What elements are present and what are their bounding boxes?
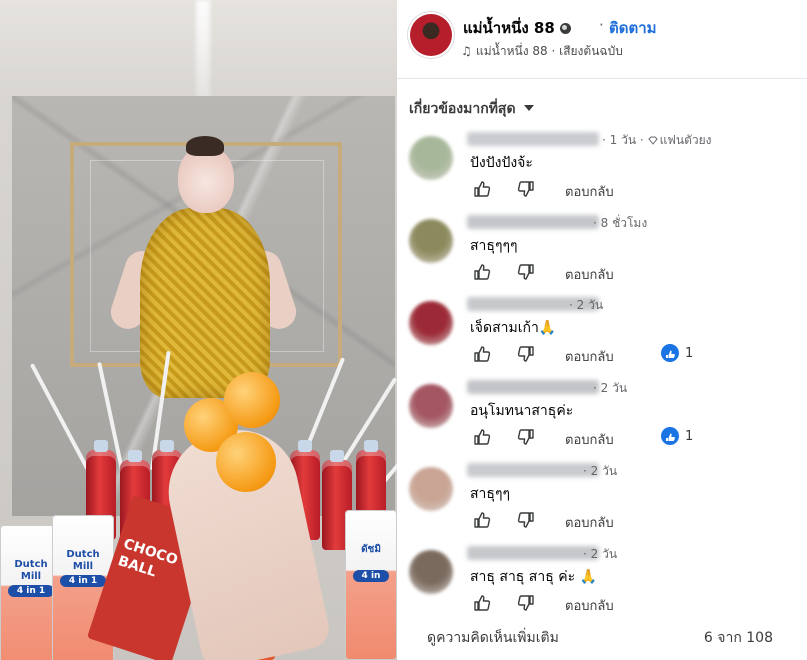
carton-variant: 4 in <box>353 570 389 582</box>
top-fan-badge: แฟนตัวยง <box>659 133 712 147</box>
comment-text: สาธุๆๆๆ <box>470 238 518 254</box>
comment-timestamp: · 2 วัน <box>569 298 604 312</box>
carton-brand: Dutch Mill <box>66 549 100 572</box>
commenter-avatar[interactable] <box>409 219 453 263</box>
comment-timestamp: · 2 วัน <box>593 381 628 395</box>
follow-button[interactable]: ติดตาม <box>609 16 657 40</box>
comment-actions: ตอบกลับ 1 <box>473 344 773 367</box>
thumbs-up-icon[interactable] <box>473 511 491 529</box>
commenter-avatar[interactable] <box>409 467 453 511</box>
carton-variant: 4 in 1 <box>60 575 106 587</box>
post-header: แม่น้ำหนึ่ง 88 · ติดตาม ♫ แม่น้ำหนึ่ง 88 … <box>397 0 807 79</box>
thumbs-down-icon[interactable] <box>517 428 535 446</box>
thumbs-up-icon[interactable] <box>473 594 491 612</box>
comment-row: · 2 วันสาธุๆๆตอบกลับ <box>397 459 807 539</box>
audio-link[interactable]: ♫ แม่น้ำหนึ่ง 88 · เสียงต้นฉบับ <box>461 42 623 61</box>
thumbs-up-icon[interactable] <box>473 180 491 198</box>
comments-footer: ดูความคิดเห็นเพิ่มเติม 6 จาก 108 <box>397 618 807 660</box>
comment-actions: ตอบกลับ <box>473 511 773 531</box>
orange-ball <box>216 432 276 492</box>
reaction-count[interactable]: 1 <box>685 346 693 361</box>
thumbs-up-icon[interactable] <box>473 263 491 281</box>
commenter-name-blurred[interactable] <box>467 215 599 229</box>
thumbs-down-icon[interactable] <box>517 511 535 529</box>
author-name[interactable]: แม่น้ำหนึ่ง 88 <box>463 16 571 40</box>
commenter-name-blurred[interactable] <box>467 463 599 477</box>
audio-text: แม่น้ำหนึ่ง 88 · เสียงต้นฉบับ <box>476 44 623 58</box>
view-more-comments-link[interactable]: ดูความคิดเห็นเพิ่มเติม <box>427 627 559 649</box>
orange-ball <box>224 372 280 428</box>
reaction-count[interactable]: 1 <box>685 429 693 444</box>
comment-row: · 2 วันสาธุ สาธุ สาธุ ค่ะ 🙏 ตอบกลับ <box>397 542 807 622</box>
statue-hair <box>186 136 224 156</box>
post-panel: แม่น้ำหนึ่ง 88 · ติดตาม ♫ แม่น้ำหนึ่ง 88 … <box>397 0 807 660</box>
comment-text: สาธุ สาธุ สาธุ ค่ะ 🙏 <box>470 569 597 585</box>
thumbs-down-icon[interactable] <box>517 180 535 198</box>
carton-brand: ดัชมิ <box>361 544 381 555</box>
sort-label: เกี่ยวข้องมากที่สุด <box>409 101 516 117</box>
statue-gold-dress <box>140 208 270 398</box>
reply-button[interactable]: ตอบกลับ <box>565 595 614 616</box>
commenter-avatar[interactable] <box>409 550 453 594</box>
commenter-name-blurred[interactable] <box>467 380 599 394</box>
commenter-name-blurred[interactable] <box>467 546 599 560</box>
post-photo[interactable]: Dutch Mill 4 in 1 Dutch Mill 4 in 1 ดัชม… <box>0 0 397 660</box>
comment-timestamp: · 1 วัน · แฟนตัวยง <box>602 133 712 147</box>
comment-actions: ตอบกลับ <box>473 180 773 200</box>
comment-timestamp: · 2 วัน <box>583 464 618 478</box>
thumbs-down-icon[interactable] <box>517 263 535 281</box>
comment-actions: ตอบกลับ <box>473 594 773 614</box>
like-reaction-icon[interactable] <box>661 344 679 362</box>
sort-dropdown[interactable]: เกี่ยวข้องมากที่สุด <box>409 98 534 120</box>
reply-button[interactable]: ตอบกลับ <box>565 264 614 285</box>
milk-carton: ดัชมิ 4 in <box>345 510 397 660</box>
comment-text: สาธุๆๆ <box>470 486 510 502</box>
comment-row: · 8 ชั่วโมงสาธุๆๆๆตอบกลับ <box>397 211 807 291</box>
commenter-name-blurred[interactable] <box>467 132 599 146</box>
screen: Dutch Mill 4 in 1 Dutch Mill 4 in 1 ดัชม… <box>0 0 807 660</box>
thumbs-down-icon[interactable] <box>517 594 535 612</box>
top-fan-icon <box>644 133 660 147</box>
comment-row: · 2 วันอนุโมทนาสาธุค่ะตอบกลับ 1 <box>397 376 807 456</box>
thumbs-up-icon[interactable] <box>473 345 491 363</box>
author-name-text: แม่น้ำหนึ่ง 88 <box>463 19 555 37</box>
snack-text: CHOCO BALL <box>115 535 180 581</box>
thumbs-up-icon[interactable] <box>473 428 491 446</box>
comment-row: · 1 วัน · แฟนตัวยงปังปังปังจ้ะตอบกลับ <box>397 128 807 208</box>
reply-button[interactable]: ตอบกลับ <box>565 346 614 367</box>
reply-button[interactable]: ตอบกลับ <box>565 512 614 533</box>
chevron-down-icon <box>523 105 534 111</box>
music-note-icon: ♫ <box>461 44 472 58</box>
comment-text: ปังปังปังจ้ะ <box>470 155 533 171</box>
like-reaction-icon[interactable] <box>661 427 679 445</box>
thumbs-down-icon[interactable] <box>517 345 535 363</box>
reply-button[interactable]: ตอบกลับ <box>565 429 614 450</box>
commenter-avatar[interactable] <box>409 136 453 180</box>
carton-brand: Dutch Mill <box>14 559 48 582</box>
globe-icon <box>559 23 571 34</box>
comment-timestamp: · 2 วัน <box>583 547 618 561</box>
comment-actions: ตอบกลับ 1 <box>473 427 773 450</box>
author-avatar[interactable] <box>410 14 452 56</box>
comment-text: เจ็ดสามเก้า🙏 <box>470 320 557 336</box>
commenter-avatar[interactable] <box>409 301 453 345</box>
reply-button[interactable]: ตอบกลับ <box>565 181 614 202</box>
comment-actions: ตอบกลับ <box>473 263 773 283</box>
comment-row: · 2 วันเจ็ดสามเก้า🙏 ตอบกลับ 1 <box>397 293 807 373</box>
comment-count: 6 จาก 108 <box>703 630 773 646</box>
carton-variant: 4 in 1 <box>8 585 54 597</box>
commenter-avatar[interactable] <box>409 384 453 428</box>
comment-text: อนุโมทนาสาธุค่ะ <box>470 403 574 419</box>
separator-dot: · <box>599 16 604 34</box>
comment-timestamp: · 8 ชั่วโมง <box>593 216 648 230</box>
